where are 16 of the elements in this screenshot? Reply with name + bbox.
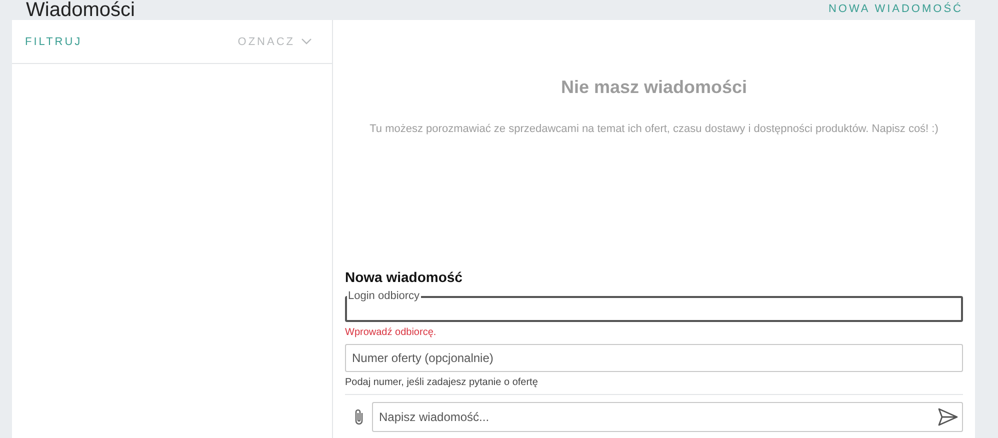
new-message-link[interactable]: NOWA WIADOMOŚĆ (828, 2, 963, 16)
send-icon (938, 408, 958, 426)
send-button[interactable] (938, 408, 958, 426)
message-field[interactable]: Napisz wiadomość... (372, 402, 963, 432)
chevron-down-icon (301, 38, 312, 45)
page-title: Wiadomości (26, 0, 135, 20)
recipient-field[interactable]: Login odbiorcy (345, 291, 963, 322)
empty-state-text: Tu możesz porozmawiać ze sprzedawcami na temat ich ofert, czasu dostawy i dostępności produktów. Napisz coś! :) (368, 123, 940, 135)
filter-button[interactable]: FILTRUJ (25, 36, 82, 48)
helper-text: Podaj numer, jeśli zadajesz pytanie o ofertę (345, 377, 539, 388)
compose-title: Nowa wiadomość (345, 269, 464, 285)
offer-number-field[interactable]: Numer oferty (opcjonalnie) (345, 344, 963, 372)
paperclip-icon[interactable] (353, 408, 365, 426)
mark-dropdown[interactable]: OZNACZ (238, 36, 312, 48)
error-message: Wprowadź odbiorcę. (345, 327, 438, 338)
empty-state-title: Nie masz wiadomości (560, 77, 748, 98)
